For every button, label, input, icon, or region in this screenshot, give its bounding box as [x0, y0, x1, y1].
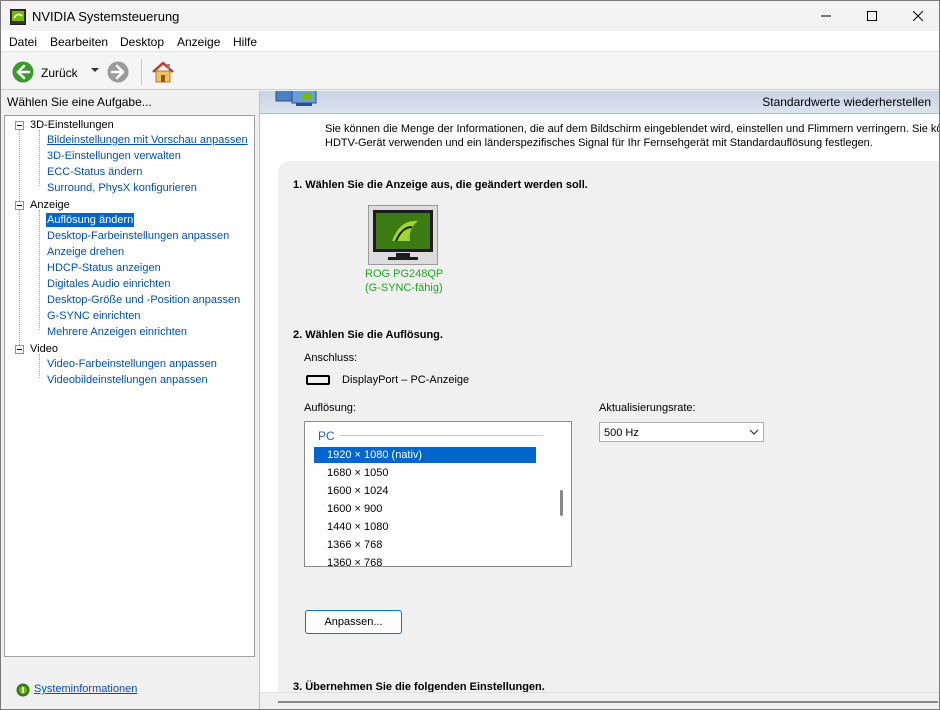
menu-anzeige[interactable]: Anzeige: [177, 35, 220, 49]
title-bar: NVIDIA Systemsteuerung: [1, 1, 939, 31]
refresh-rate-value: 500 Hz: [604, 427, 639, 439]
restore-defaults-link[interactable]: Standardwerte wiederherstellen: [762, 95, 931, 109]
tree-item-desktop-groesse[interactable]: Desktop-Größe und -Position anpassen: [47, 293, 240, 307]
resolution-option[interactable]: 1600 × 1024: [314, 483, 536, 499]
tree-group-anzeige[interactable]: Anzeige: [30, 198, 70, 212]
close-button[interactable]: [895, 1, 939, 31]
back-arrow-icon[interactable]: [12, 61, 34, 83]
resolution-list-scrollbar[interactable]: [560, 490, 563, 516]
tree-item-hdcp[interactable]: HDCP-Status anzeigen: [47, 261, 161, 275]
tree-item-ecc-status[interactable]: ECC-Status ändern: [47, 165, 142, 179]
tree-line: [19, 130, 20, 353]
minimize-icon: [821, 15, 831, 17]
tree-item-bildeinstellungen[interactable]: Bildeinstellungen mit Vorschau anpassen: [47, 133, 248, 147]
resolution-list[interactable]: PC 1920 × 1080 (nativ) 1680 × 1050 1600 …: [304, 421, 572, 567]
menu-bearbeiten[interactable]: Bearbeiten: [50, 35, 108, 49]
resolution-option[interactable]: 1680 × 1050: [314, 465, 536, 481]
scrollbar-thumb[interactable]: [278, 701, 938, 703]
settings-panel: 1. Wählen Sie die Anzeige aus, die geänd…: [278, 161, 939, 709]
task-pane: Wählen Sie eine Aufgabe... 3D-Einstellun…: [1, 91, 259, 709]
nvidia-app-icon: [10, 9, 26, 25]
app-window: NVIDIA Systemsteuerung Datei Bearbeiten …: [0, 0, 940, 710]
page-description: Sie können die Menge der Informationen, …: [325, 122, 940, 150]
display-page-icon: [275, 91, 317, 106]
system-info-icon[interactable]: [16, 683, 30, 697]
tree-item-gsync[interactable]: G-SYNC einrichten: [47, 309, 141, 323]
system-info-link[interactable]: Systeminformationen: [34, 683, 137, 695]
step1-title: 1. Wählen Sie die Anzeige aus, die geänd…: [293, 179, 588, 191]
tree-item-aufloesung[interactable]: Auflösung ändern: [46, 213, 135, 227]
monitor-icon[interactable]: [368, 205, 438, 265]
monitor-name: ROG PG248QP: [365, 268, 444, 280]
tree-item-surround-physx[interactable]: Surround, PhysX konfigurieren: [47, 181, 197, 195]
tree-item-desktop-farbe[interactable]: Desktop-Farbeinstellungen anpassen: [47, 229, 229, 243]
tree-item-mehrere-anzeigen[interactable]: Mehrere Anzeigen einrichten: [47, 325, 187, 339]
tree-line: [39, 354, 40, 378]
displayport-icon: [306, 375, 330, 385]
window-title: NVIDIA Systemsteuerung: [32, 9, 180, 24]
back-button[interactable]: Zurück: [41, 66, 78, 80]
description-line: HDTV-Gerät verwenden und ein länderspezi…: [325, 137, 873, 149]
step2-title: 2. Wählen Sie die Auflösung.: [293, 329, 443, 341]
tree-item-digitales-audio[interactable]: Digitales Audio einrichten: [47, 277, 171, 291]
maximize-icon: [867, 11, 877, 21]
tree-line: [39, 130, 40, 186]
minimize-button[interactable]: [803, 1, 849, 31]
menu-hilfe[interactable]: Hilfe: [233, 35, 257, 49]
menu-bar: Datei Bearbeiten Desktop Anzeige Hilfe: [1, 31, 939, 52]
tree-group-video[interactable]: Video: [30, 342, 58, 356]
task-tree[interactable]: 3D-Einstellungen Bildeinstellungen mit V…: [4, 115, 255, 657]
tree-line: [39, 210, 40, 330]
chevron-down-icon: [749, 429, 759, 435]
forward-arrow-icon[interactable]: [107, 61, 129, 83]
close-icon: [913, 11, 923, 21]
tree-group-3d[interactable]: 3D-Einstellungen: [30, 118, 114, 132]
connection-label: Anschluss:: [304, 352, 358, 364]
horizontal-scrollbar[interactable]: [260, 692, 939, 709]
collapse-icon[interactable]: [15, 345, 24, 354]
collapse-icon[interactable]: [15, 121, 24, 130]
maximize-button[interactable]: [849, 1, 895, 31]
resolution-option[interactable]: 1600 × 900: [314, 501, 536, 517]
resolution-group-pc: PC: [318, 429, 335, 443]
resolution-label: Auflösung:: [304, 402, 356, 414]
connection-value: DisplayPort – PC-Anzeige: [342, 374, 470, 386]
tree-item-videobild[interactable]: Videobildeinstellungen anpassen: [47, 373, 208, 387]
group-divider: [339, 435, 543, 436]
resolution-option[interactable]: 1440 × 1080: [314, 519, 536, 535]
menu-datei[interactable]: Datei: [9, 35, 37, 49]
task-pane-header: Wählen Sie eine Aufgabe...: [7, 95, 152, 109]
home-icon[interactable]: [150, 59, 176, 85]
back-dropdown-icon[interactable]: [90, 65, 100, 75]
resolution-option[interactable]: 1366 × 768: [314, 537, 536, 553]
page-banner: Standardwerte wiederherstellen: [260, 91, 939, 114]
tree-item-anzeige-drehen[interactable]: Anzeige drehen: [47, 245, 124, 259]
customize-button[interactable]: Anpassen...: [305, 610, 402, 634]
resolution-option[interactable]: 1360 × 768: [314, 555, 536, 566]
resolution-option[interactable]: 1920 × 1080 (nativ): [314, 447, 536, 463]
monitor-gsync: (G-SYNC-fähig): [365, 282, 443, 294]
menu-desktop[interactable]: Desktop: [120, 35, 164, 49]
description-line: Sie können die Menge der Informationen, …: [325, 123, 940, 135]
toolbar: Zurück: [1, 52, 939, 90]
content-pane: Standardwerte wiederherstellen Sie könne…: [260, 91, 940, 709]
collapse-icon[interactable]: [15, 201, 24, 210]
tree-item-3d-verwalten[interactable]: 3D-Einstellungen verwalten: [47, 149, 181, 163]
toolbar-separator: [141, 59, 142, 85]
refresh-rate-select[interactable]: 500 Hz: [599, 422, 764, 442]
refresh-rate-label: Aktualisierungsrate:: [599, 402, 696, 414]
tree-item-video-farbe[interactable]: Video-Farbeinstellungen anpassen: [47, 357, 217, 371]
